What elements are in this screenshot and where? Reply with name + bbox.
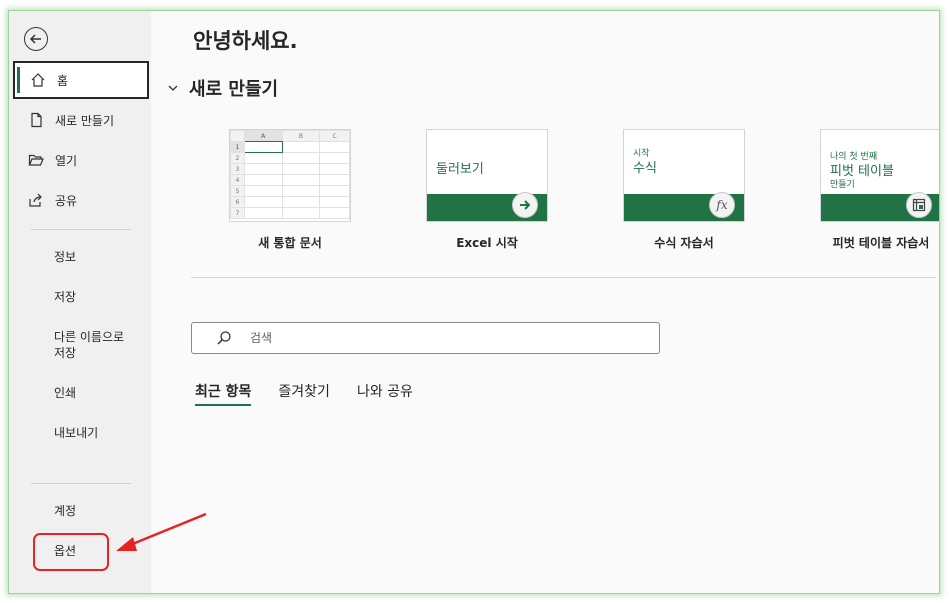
template-formula-tutorial[interactable]: 시작 수식 fx — [623, 129, 745, 222]
template-label: 수식 자습서 — [654, 236, 714, 250]
backstage-sidebar: 홈 새로 만들기 열기 공유 정보 저장 다른 이름으로 저장 인쇄 내보내기 — [9, 11, 151, 593]
sidebar-item-label: 공유 — [55, 193, 78, 208]
back-button[interactable] — [24, 27, 48, 51]
home-icon — [29, 71, 47, 89]
page-title: 안녕하세요. — [193, 29, 298, 53]
sidebar-item-home[interactable]: 홈 — [13, 61, 149, 99]
section-divider — [191, 277, 936, 278]
worksheet-preview: A B C 1 2 3 4 5 6 7 — [230, 130, 350, 219]
template-title: 둘러보기 — [436, 162, 484, 177]
section-title: 새로 만들기 — [189, 79, 279, 100]
search-input[interactable] — [250, 331, 630, 345]
sidebar-item-new[interactable]: 새로 만들기 — [13, 101, 149, 139]
sidebar-item-save[interactable]: 저장 — [54, 289, 144, 305]
backstage-window: 홈 새로 만들기 열기 공유 정보 저장 다른 이름으로 저장 인쇄 내보내기 — [8, 10, 940, 594]
column-header: C — [319, 130, 350, 142]
arrow-right-icon — [512, 192, 538, 218]
template-title: 수식 — [633, 161, 657, 176]
sidebar-item-label: 새로 만들기 — [55, 113, 115, 128]
chevron-down-icon — [168, 85, 178, 91]
search-box[interactable] — [191, 322, 660, 354]
options-highlight-box — [33, 533, 109, 571]
column-header: A — [243, 130, 283, 142]
template-pivottable-tutorial[interactable]: 나의 첫 번째 피벗 테이블 만들기 — [820, 129, 939, 222]
new-section-header[interactable]: 새로 만들기 — [167, 75, 278, 101]
sidebar-item-info[interactable]: 정보 — [54, 249, 144, 265]
function-fx-icon: fx — [709, 192, 735, 218]
sidebar-item-share[interactable]: 공유 — [13, 181, 149, 219]
backstage-main: 안녕하세요. 새로 만들기 A B C 1 2 3 4 5 6 7 새 통합 문… — [151, 11, 939, 593]
sidebar-divider — [31, 483, 131, 484]
column-header: B — [281, 130, 321, 142]
template-excel-start[interactable]: 둘러보기 — [426, 129, 548, 222]
row-header: 6 — [230, 196, 245, 208]
sidebar-item-save-as[interactable]: 다른 이름으로 저장 — [54, 329, 134, 361]
share-icon — [27, 191, 45, 209]
pivot-table-icon — [906, 192, 932, 218]
sidebar-item-account[interactable]: 계정 — [54, 503, 144, 519]
tab-favorites[interactable]: 즐겨찾기 — [278, 381, 330, 406]
tab-shared[interactable]: 나와 공유 — [357, 381, 413, 406]
template-label: Excel 시작 — [456, 236, 518, 250]
sidebar-item-export[interactable]: 내보내기 — [54, 425, 144, 441]
sidebar-item-print[interactable]: 인쇄 — [54, 385, 144, 401]
template-blank-workbook[interactable]: A B C 1 2 3 4 5 6 7 — [229, 129, 351, 222]
arrow-left-icon — [29, 34, 41, 44]
search-icon — [217, 331, 231, 345]
row-header: 2 — [230, 152, 245, 164]
row-header: 7 — [230, 207, 245, 219]
new-document-icon — [27, 111, 45, 129]
sidebar-divider — [31, 229, 131, 230]
row-header: 1 — [230, 141, 245, 153]
template-label: 새 통합 문서 — [258, 236, 322, 250]
sidebar-item-label: 홈 — [57, 73, 69, 88]
sidebar-item-open[interactable]: 열기 — [13, 141, 149, 179]
template-caption: 만들기 — [830, 180, 855, 190]
template-label: 피벗 테이블 자습서 — [832, 236, 930, 250]
row-header: 4 — [230, 174, 245, 186]
row-header: 3 — [230, 163, 245, 175]
row-header: 5 — [230, 185, 245, 197]
file-tabs: 최근 항목 즐겨찾기 나와 공유 — [195, 381, 440, 406]
folder-open-icon — [27, 151, 45, 169]
tab-recent[interactable]: 최근 항목 — [195, 381, 252, 406]
sidebar-item-label: 열기 — [55, 153, 78, 168]
